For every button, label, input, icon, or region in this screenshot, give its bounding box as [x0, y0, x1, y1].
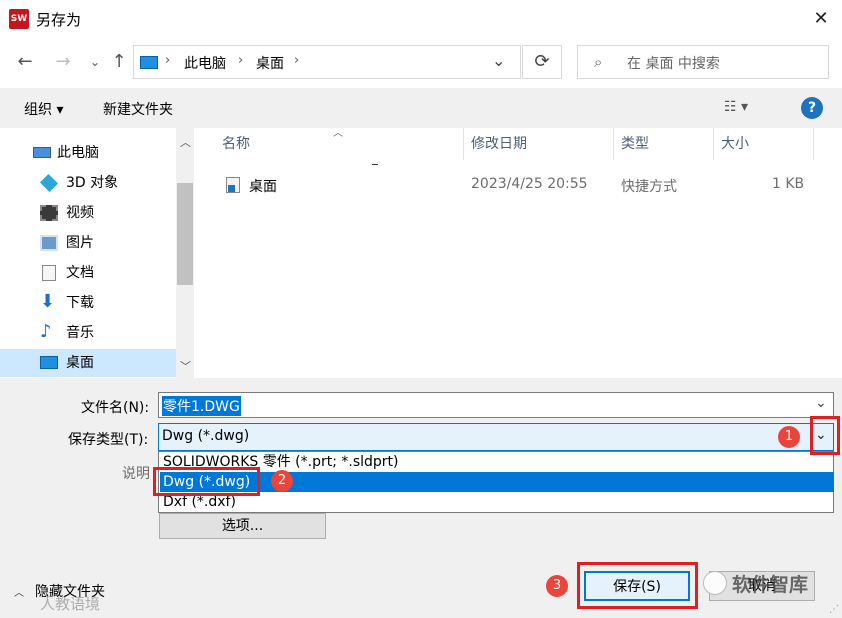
sidebar-item-downloads[interactable]: ⬇ 下载 [0, 289, 176, 317]
new-folder-button[interactable]: 新建文件夹 [103, 99, 173, 119]
address-dropdown-chevron-icon[interactable]: ⌄ [492, 51, 505, 70]
help-icon[interactable]: ? [801, 97, 823, 119]
video-icon [40, 205, 58, 221]
address-bar[interactable]: › 此电脑 › 桌面 › ⌄ [133, 45, 521, 79]
filetype-option-dwg[interactable]: Dwg (*.dwg) [160, 472, 834, 492]
title-bar: SW 另存为 ✕ [0, 0, 842, 38]
recent-locations-chevron-icon[interactable]: ⌄ [84, 50, 106, 74]
options-button[interactable]: 选项... [159, 513, 326, 539]
filename-label: 文件名(N): [81, 400, 150, 416]
sidebar-item-label: 文档 [66, 265, 94, 281]
sidebar-item-label: 3D 对象 [66, 175, 119, 191]
annotation-box-dropdown [810, 416, 840, 455]
sidebar-item-desktop[interactable]: 桌面 [0, 349, 176, 377]
sidebar-item-pictures[interactable]: 图片 [0, 229, 176, 257]
desktop-icon [40, 356, 58, 369]
back-arrow-icon[interactable]: ← [14, 50, 36, 74]
divider [372, 164, 378, 165]
file-name: 桌面 [249, 179, 277, 195]
filename-input[interactable]: 零件1.DWG [162, 396, 241, 416]
sidebar-item-label: 视频 [66, 205, 94, 221]
window-title: 另存为 [36, 11, 82, 29]
breadcrumb-item-this-pc[interactable]: 此电脑 [184, 53, 226, 73]
annotation-box-save [577, 562, 698, 609]
filetype-selected-value: Dwg (*.dwg) [162, 428, 250, 444]
search-box[interactable]: ⌕ 在 桌面 中搜索 [577, 45, 829, 79]
resize-grip-icon[interactable]: ⋰ [829, 604, 839, 615]
search-icon: ⌕ [594, 53, 603, 71]
cube-icon [39, 173, 59, 193]
computer-icon [33, 147, 51, 158]
chevron-up-icon[interactable]: ︿ [14, 584, 24, 599]
column-header-date[interactable]: 修改日期 [471, 128, 527, 160]
column-divider[interactable] [813, 128, 814, 160]
sidebar-item-label: 音乐 [66, 325, 94, 341]
wechat-icon [703, 571, 727, 595]
watermark-left: 人教语境 [40, 595, 101, 613]
navigation-scrollbar[interactable]: ︿ ﹀ [176, 128, 194, 378]
filename-field[interactable]: 零件1.DWG ⌄ [158, 392, 834, 418]
document-icon [42, 265, 56, 281]
column-header-size[interactable]: 大小 [721, 128, 749, 160]
view-options-icon[interactable]: ☷ ▾ [724, 99, 748, 115]
sidebar-item-label: 图片 [66, 235, 94, 251]
filetype-option-dxf[interactable]: Dxf (*.dxf) [160, 492, 834, 512]
breadcrumb-separator-icon: › [165, 53, 171, 68]
sidebar-item-videos[interactable]: 视频 [0, 199, 176, 227]
forward-arrow-icon[interactable]: → [52, 50, 74, 74]
navigation-pane: 此电脑 3D 对象 视频 图片 文档 ⬇ 下载 ♪ 音乐 桌面 [0, 128, 194, 378]
desktop-icon [140, 56, 158, 69]
close-button[interactable]: ✕ [806, 5, 836, 33]
file-size: 1 KB [772, 176, 805, 192]
music-icon: ♪ [40, 321, 52, 342]
scrollbar-thumb[interactable] [177, 183, 193, 285]
column-divider[interactable] [463, 128, 464, 160]
scroll-up-icon[interactable]: ︿ [180, 134, 191, 150]
file-date: 2023/4/25 20:55 [471, 176, 588, 192]
sidebar-item-3d-objects[interactable]: 3D 对象 [0, 169, 176, 197]
sidebar-item-label: 此电脑 [57, 145, 99, 161]
filename-dropdown-chevron-icon[interactable]: ⌄ [815, 395, 827, 411]
sort-ascending-icon: ︿ [333, 128, 343, 139]
description-label: 说明 [122, 466, 150, 482]
breadcrumb-separator-icon: › [294, 53, 300, 68]
column-header-type[interactable]: 类型 [621, 128, 649, 160]
shortcut-icon [226, 177, 240, 193]
annotation-badge-3: 3 [546, 575, 568, 597]
annotation-badge-1: 1 [778, 426, 800, 448]
organize-button[interactable]: 组织 ▾ [24, 99, 63, 119]
sidebar-item-label: 下载 [66, 295, 94, 311]
table-row[interactable]: 桌面 2023/4/25 20:55 快捷方式 1 KB [200, 172, 820, 198]
shortcut-arrow-icon [228, 185, 235, 192]
refresh-button[interactable]: ⟳ [522, 45, 562, 79]
watermark-right: 软件智库 [732, 574, 809, 596]
annotation-badge-2: 2 [271, 470, 293, 492]
sidebar-item-music[interactable]: ♪ 音乐 [0, 319, 176, 347]
toolbar: 组织 ▾ 新建文件夹 ☷ ▾ ? [0, 88, 842, 128]
download-icon: ⬇ [40, 291, 56, 312]
search-input[interactable]: 在 桌面 中搜索 [627, 53, 720, 73]
filetype-option-sldprt[interactable]: SOLIDWORKS 零件 (*.prt; *.sldprt) [160, 452, 834, 472]
scroll-down-icon[interactable]: ﹀ [180, 358, 191, 374]
annotation-box-dwg-option [153, 467, 260, 496]
up-arrow-icon[interactable]: ↑ [108, 50, 130, 74]
column-header-name[interactable]: 名称 [222, 128, 250, 160]
sidebar-item-documents[interactable]: 文档 [0, 259, 176, 287]
column-divider[interactable] [713, 128, 714, 160]
solidworks-app-icon: SW [9, 9, 29, 29]
sidebar-item-label: 桌面 [66, 355, 94, 371]
picture-icon [40, 235, 58, 251]
column-divider[interactable] [613, 128, 614, 160]
breadcrumb-separator-icon: › [238, 53, 244, 68]
breadcrumb-item-desktop[interactable]: 桌面 [256, 53, 284, 73]
filetype-select[interactable]: Dwg (*.dwg) ⌄ [158, 423, 834, 451]
filetype-label: 保存类型(T): [68, 432, 149, 448]
sidebar-item-this-pc[interactable]: 此电脑 [0, 139, 176, 167]
file-type: 快捷方式 [621, 179, 677, 195]
